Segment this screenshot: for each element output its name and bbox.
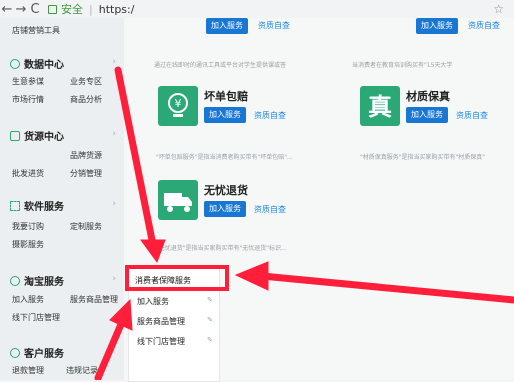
sidebar-section-software[interactable]: 软件服务	[10, 198, 64, 213]
pin-icon[interactable]: ✎	[207, 336, 213, 344]
sidebar-item[interactable]: 违规记录	[66, 365, 98, 376]
sidebar-section-title: 客户服务	[24, 349, 64, 360]
bookmark-star-icon[interactable]: ☆	[493, 2, 504, 16]
back-arrow-icon[interactable]: ←	[0, 2, 14, 17]
sidebar-item[interactable]: 品牌货源	[70, 150, 102, 161]
service-description: "无忧退货"是指当买家购买带有"无忧退货"标识...	[156, 245, 287, 252]
chevron-right-icon: ›	[112, 129, 116, 139]
service-icon	[10, 275, 20, 286]
supply-icon	[10, 130, 20, 141]
add-service-button[interactable]: 加入服务	[204, 201, 246, 217]
sidebar-item[interactable]: 加入服务	[12, 294, 44, 305]
service-title: 坏单包赔	[204, 90, 248, 103]
secure-label: 安全	[61, 3, 83, 16]
submenu-item-join-service[interactable]: 加入服务	[137, 296, 169, 307]
sidebar-item-marketing-tools[interactable]: 店铺营销工具	[12, 25, 60, 36]
reload-icon[interactable]: C	[28, 2, 42, 17]
sidebar-item[interactable]: 我要订购	[12, 221, 44, 232]
sidebar-section-title: 软件服务	[24, 202, 64, 213]
sidebar-section-supply[interactable]: 货源中心	[10, 128, 64, 143]
service-description: 通过在线即时的通讯工具或平台对学生提供课或答	[154, 62, 287, 69]
sidebar-section-data-center[interactable]: 数据中心	[10, 56, 64, 71]
chevron-right-icon: ›	[112, 57, 116, 67]
material-true-icon: 真	[360, 86, 400, 126]
add-service-button[interactable]: 加入服务	[416, 18, 458, 34]
add-service-button[interactable]: 加入服务	[406, 107, 448, 123]
service-title: 无忧退货	[204, 184, 248, 197]
sidebar-item[interactable]: 商品分析	[70, 94, 102, 105]
submenu-item-offline-store[interactable]: 线下门店管理	[137, 336, 185, 347]
sidebar-section-title: 淘宝服务	[24, 277, 64, 288]
sidebar-item[interactable]: 市场行情	[12, 94, 44, 105]
qualification-check-link[interactable]: 资质自查	[254, 110, 286, 121]
sidebar-section-title: 数据中心	[24, 60, 64, 71]
address-bar[interactable]: https:/	[99, 3, 135, 16]
chevron-right-icon: ›	[112, 274, 116, 284]
qualification-check-link[interactable]: 资质自查	[258, 20, 290, 31]
qualification-check-link[interactable]: 资质自查	[468, 20, 500, 31]
sidebar-item[interactable]: 分销管理	[70, 168, 102, 179]
sidebar-item[interactable]: 线下门店管理	[12, 312, 60, 323]
pin-icon[interactable]: ✎	[207, 316, 213, 324]
sidebar-item[interactable]: 摄影服务	[12, 239, 44, 250]
svg-text:¥: ¥	[175, 97, 182, 110]
sidebar-item[interactable]: 定制服务	[70, 221, 102, 232]
browser-toolbar: ← → C 安全 | https:/ ☆	[0, 0, 514, 19]
sidebar-item[interactable]: 服务商品管理	[70, 294, 118, 305]
lock-icon	[48, 4, 57, 14]
service-description: "坏单包赔服务"是指当消费者购买带有"坏单包赔"...	[156, 154, 293, 161]
sidebar-section-customer[interactable]: 客户服务	[10, 345, 64, 360]
service-description: "材质保真服务"是指当买家购买带有"材质保真"	[360, 154, 486, 161]
sidebar-item[interactable]: 批发进货	[12, 168, 44, 179]
sidebar-item[interactable]: 退款管理	[12, 365, 44, 376]
qualification-check-link[interactable]: 资质自查	[254, 204, 286, 215]
software-icon	[10, 200, 20, 211]
pin-icon[interactable]: ✎	[207, 296, 213, 304]
annotation-highlight-box	[125, 265, 229, 291]
submenu-item-service-goods[interactable]: 服务商品管理	[137, 316, 185, 327]
add-service-button[interactable]: 加入服务	[206, 18, 248, 34]
truck-icon	[158, 180, 198, 220]
service-title: 材质保真	[406, 90, 450, 103]
sidebar-item[interactable]: 生意参谋	[12, 76, 44, 87]
bad-pack-icon: ¥	[158, 86, 198, 126]
sidebar-section-taobao-service[interactable]: 淘宝服务	[10, 273, 64, 288]
service-description: 当消费者在教育培训购买有"15天大学	[352, 62, 453, 69]
data-center-icon	[10, 58, 20, 69]
forward-arrow-icon[interactable]: →	[14, 2, 28, 17]
svg-text:真: 真	[368, 93, 392, 121]
add-service-button[interactable]: 加入服务	[204, 107, 246, 123]
sidebar-item[interactable]: 业务专区	[70, 76, 102, 87]
url-separator: |	[89, 2, 93, 16]
qualification-check-link[interactable]: 资质自查	[456, 110, 488, 121]
customer-icon	[10, 347, 20, 358]
chevron-right-icon: ›	[112, 199, 116, 209]
sidebar-section-title: 货源中心	[24, 132, 64, 143]
sidebar: 店铺营销工具 数据中心 › 生意参谋 业务专区 市场行情 商品分析 货源中心 ›…	[0, 18, 125, 380]
